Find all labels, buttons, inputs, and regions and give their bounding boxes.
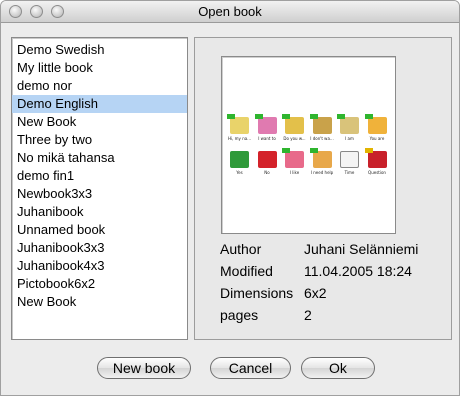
book-list-item[interactable]: New Book	[12, 113, 187, 131]
modified-value: 11.04.2005 18:24	[304, 263, 412, 279]
book-info: Author Juhani Selänniemi Modified 11.04.…	[220, 238, 452, 326]
symbol-picture	[285, 151, 304, 168]
book-list-item[interactable]: demo nor	[12, 77, 187, 95]
book-list-item[interactable]: Juhanibook4x3	[12, 257, 187, 275]
cell-marker-icon	[364, 114, 373, 119]
preview-cell: Time	[337, 151, 362, 179]
preview-cell: No	[255, 151, 280, 179]
cell-marker-icon	[309, 114, 318, 119]
book-list-item[interactable]: Juhanibook	[12, 203, 187, 221]
preview-cell: I want to	[254, 114, 280, 145]
cell-marker-icon	[309, 148, 318, 153]
cell-marker-icon	[282, 148, 290, 153]
book-list-item[interactable]: Unnamed book	[12, 221, 187, 239]
symbol-picture	[340, 151, 359, 168]
book-preview: Hi, my na... I want to Do you w... I don't …	[221, 56, 396, 234]
author-row: Author Juhani Selänniemi	[220, 238, 452, 260]
symbol-caption: Yes	[236, 170, 243, 175]
symbol-caption: You are	[369, 136, 385, 141]
pages-label: pages	[220, 307, 259, 323]
cancel-button[interactable]: Cancel	[210, 357, 291, 379]
book-list-item[interactable]: Pictobook6x2	[12, 275, 187, 293]
symbol-picture	[230, 151, 249, 168]
cell-marker-icon	[364, 148, 373, 153]
symbol-picture	[257, 117, 277, 134]
symbol-caption: No	[264, 170, 270, 175]
book-list-item[interactable]: demo fin1	[12, 167, 187, 185]
symbol-picture	[340, 117, 359, 134]
modified-label: Modified	[220, 263, 273, 279]
book-list-item[interactable]: Juhanibook3x3	[12, 239, 187, 257]
pages-value: 2	[304, 307, 312, 323]
button-row: New book Cancel Ok	[1, 357, 459, 381]
preview-cell: I like	[282, 148, 307, 179]
preview-cell: Question	[364, 148, 390, 179]
book-list-item[interactable]: My little book	[12, 59, 187, 77]
symbol-caption: Time	[344, 170, 355, 175]
cell-marker-icon	[337, 114, 345, 119]
cell-marker-icon	[282, 114, 290, 119]
symbol-caption: I want to	[258, 136, 276, 141]
preview-cell: Hi, my na...	[227, 114, 252, 145]
book-list-item[interactable]: Demo Swedish	[12, 41, 187, 59]
symbol-picture	[367, 151, 387, 168]
ok-button[interactable]: Ok	[301, 357, 375, 379]
symbol-caption: Do you w...	[283, 136, 306, 141]
new-book-button[interactable]: New book	[97, 357, 191, 379]
book-list-item[interactable]: Three by two	[12, 131, 187, 149]
cell-marker-icon	[227, 114, 235, 119]
symbol-caption: Hi, my na...	[228, 136, 251, 141]
open-book-dialog: Open book Demo Swedish My little book demo…	[0, 0, 460, 396]
symbol-caption: I am	[345, 136, 354, 141]
author-value: Juhani Selänniemi	[304, 241, 419, 257]
book-list-item[interactable]: Newbook3x3	[12, 185, 187, 203]
preview-cell: I am	[337, 114, 362, 145]
symbol-picture	[257, 151, 277, 168]
modified-row: Modified 11.04.2005 18:24	[220, 260, 452, 282]
book-details-panel: Hi, my na... I want to Do you w... I don't …	[194, 37, 452, 340]
preview-cell: I don't wa...	[309, 114, 335, 145]
symbol-picture	[367, 117, 387, 134]
symbol-caption: Question	[368, 170, 386, 175]
book-list[interactable]: Demo Swedish My little book demo nor Demo E…	[11, 37, 188, 340]
preview-cell: Yes	[227, 151, 252, 179]
cell-marker-icon	[254, 114, 263, 119]
dimensions-value: 6x2	[304, 285, 327, 301]
title-bar: Open book	[1, 1, 459, 23]
book-list-item[interactable]: No mikä tahansa	[12, 149, 187, 167]
preview-cell: I need help	[309, 148, 335, 179]
symbol-caption: I need help	[310, 170, 334, 175]
symbol-picture	[312, 151, 332, 168]
book-list-item[interactable]: New Book	[12, 293, 187, 311]
symbol-picture	[285, 117, 304, 134]
dimensions-row: Dimensions 6x2	[220, 282, 452, 304]
window-title: Open book	[198, 4, 262, 19]
author-label: Author	[220, 241, 262, 257]
symbol-caption: I like	[289, 170, 300, 175]
dimensions-label: Dimensions	[220, 285, 294, 301]
pages-row: pages 2	[220, 304, 452, 326]
symbol-picture	[312, 117, 332, 134]
symbol-caption: I don't wa...	[310, 136, 334, 141]
symbol-picture	[230, 117, 249, 134]
book-list-item[interactable]: Demo English	[12, 95, 187, 113]
preview-cell: You are	[364, 114, 390, 145]
preview-cell: Do you w...	[282, 114, 307, 145]
